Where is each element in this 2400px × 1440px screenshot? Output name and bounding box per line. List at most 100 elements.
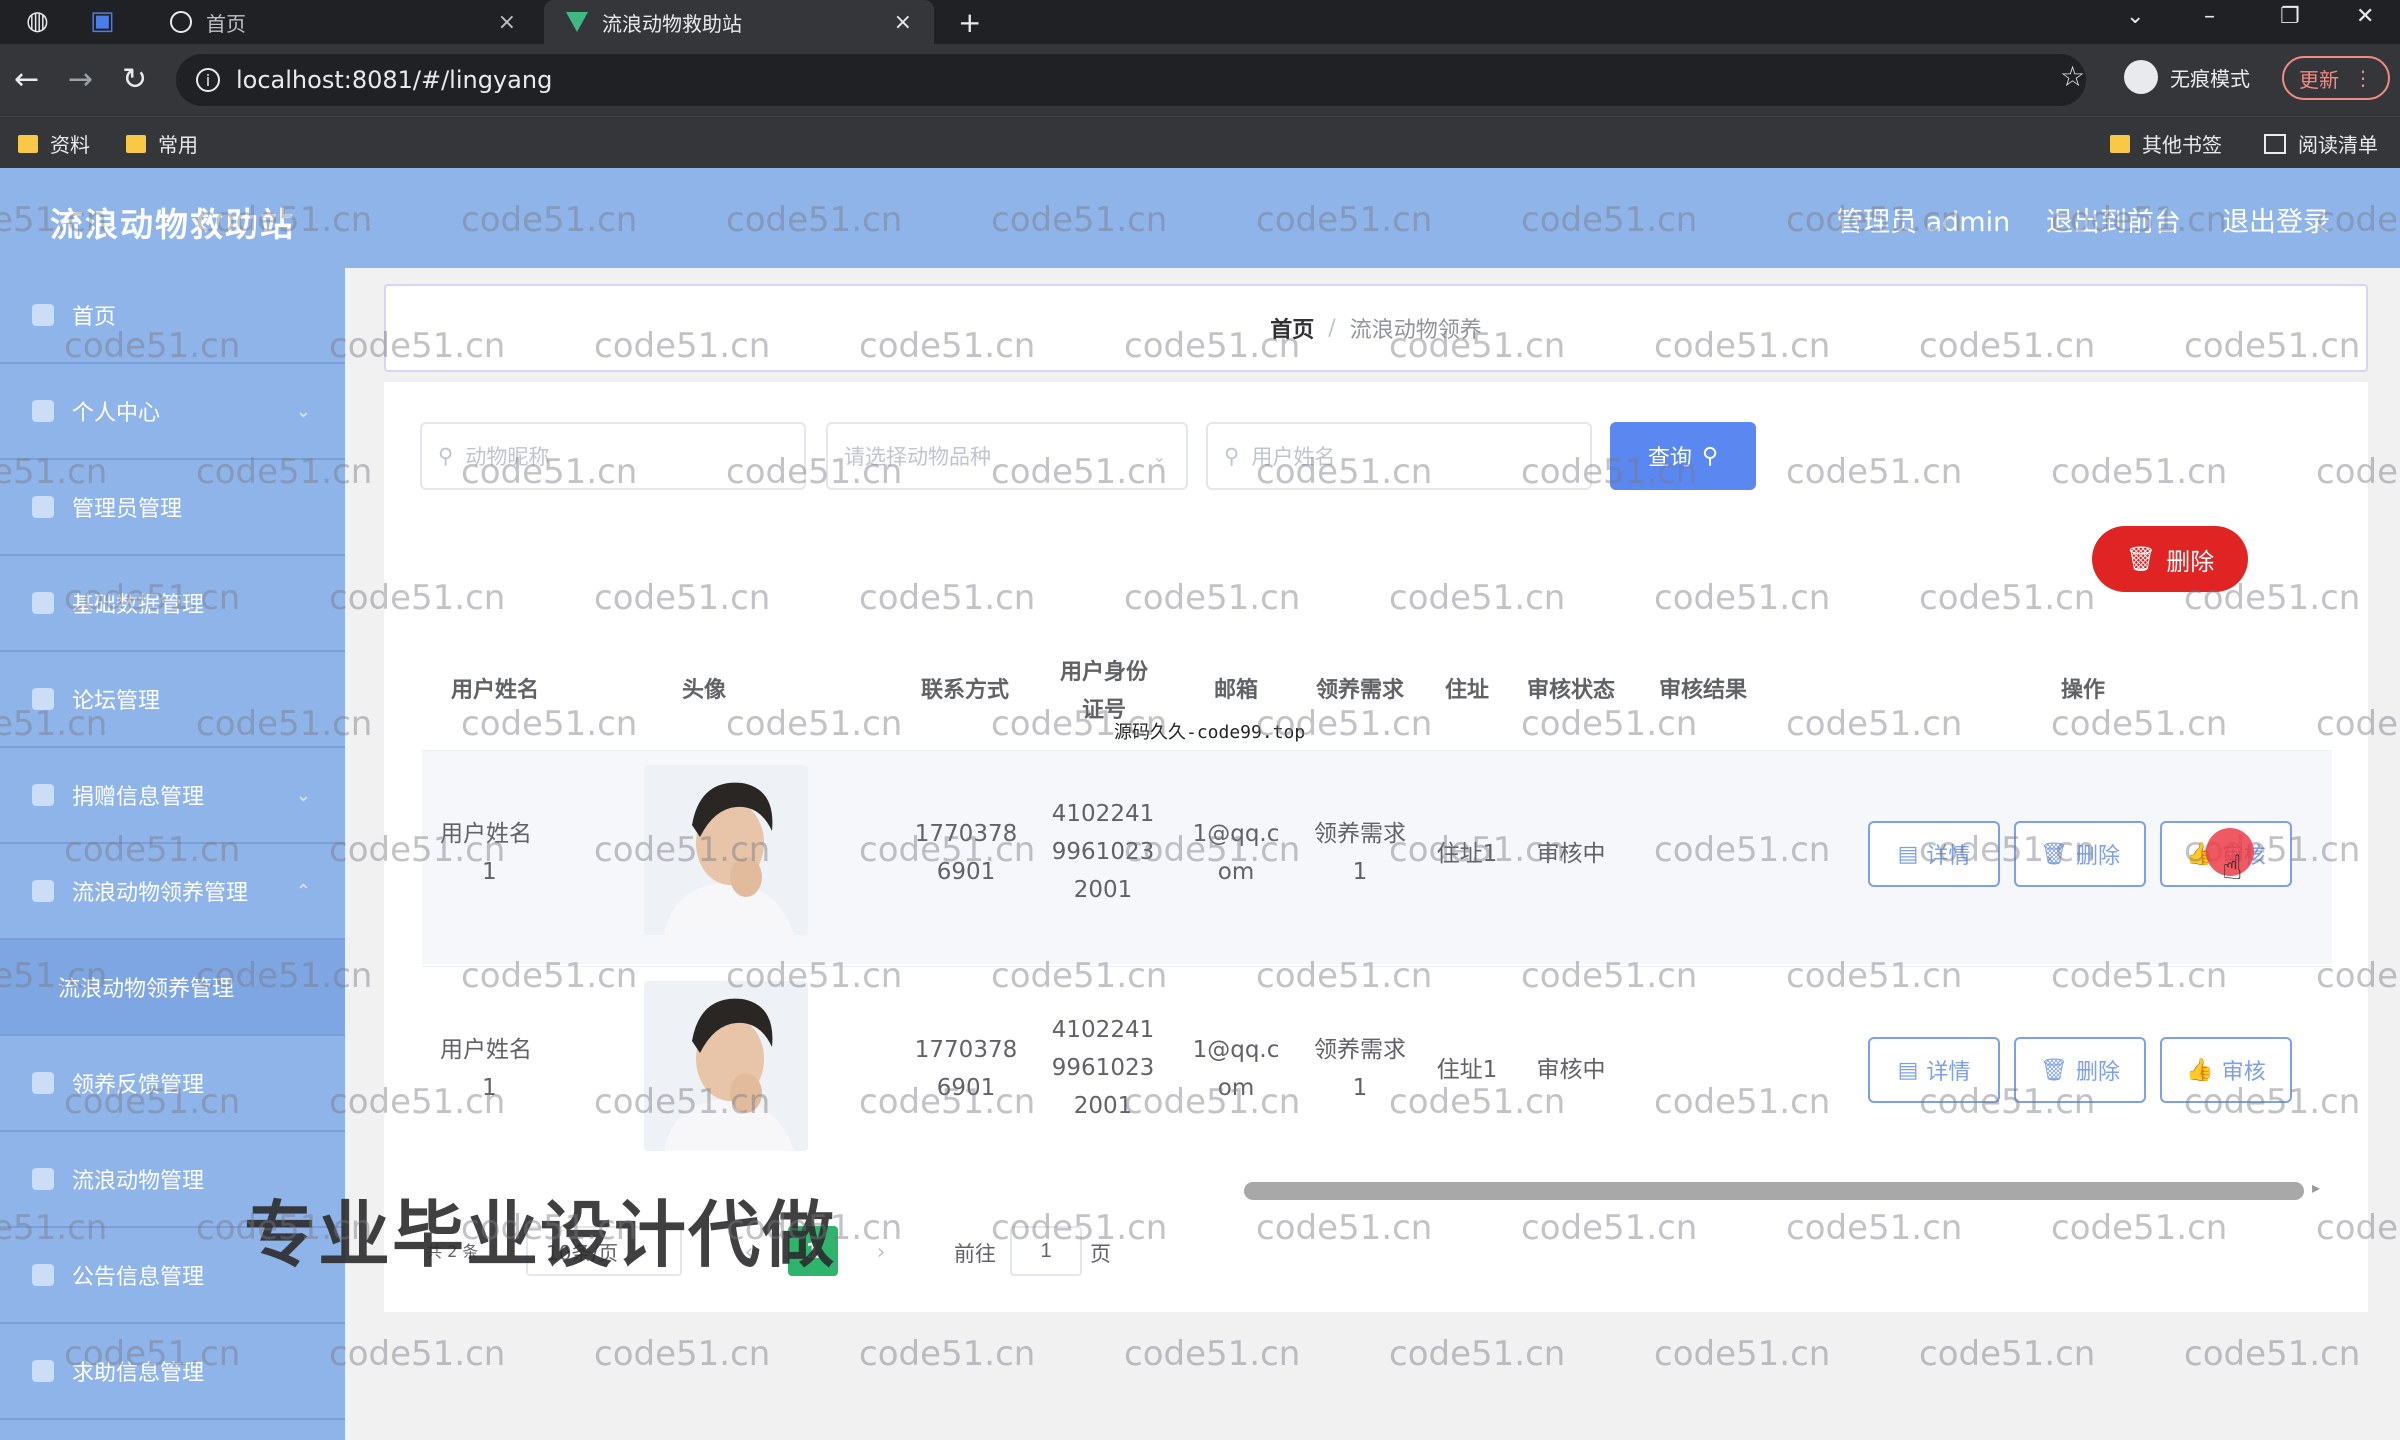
input-placeholder: 用户姓名 [1251, 445, 1336, 469]
close-tab-icon[interactable]: × [894, 10, 912, 35]
next-page-button[interactable]: › [860, 1230, 902, 1274]
column-header-avatar: 头像 [681, 678, 726, 703]
sidebar-item-forum[interactable]: 论坛管理 [0, 652, 345, 748]
delete-row-button[interactable]: 🗑 删除 [2014, 1037, 2146, 1103]
update-button[interactable]: 更新 ⋮ [2282, 56, 2390, 100]
bookmark-folder[interactable]: 常用 [126, 129, 198, 158]
pinned-tab-icon[interactable]: ▣ [90, 6, 115, 36]
info-icon[interactable]: i [196, 68, 220, 92]
url-text: localhost:8081/#/lingyang [236, 66, 553, 94]
sidebar-subitem-adoption[interactable]: 流浪动物领养管理 [0, 940, 345, 1036]
sidebar-item-label: 基础数据管理 [72, 593, 205, 618]
minimize-icon[interactable]: – [2204, 4, 2215, 29]
query-button[interactable]: 查询 ⚲ [1610, 422, 1756, 490]
url-input[interactable]: i localhost:8081/#/lingyang [176, 54, 2086, 106]
sidebar-item-base-data[interactable]: 基础数据管理 [0, 556, 345, 652]
search-icon: ⚲ [1701, 443, 1719, 469]
animal-name-input[interactable]: ⚲ 动物昵称 [420, 422, 806, 490]
forum-icon [32, 688, 54, 710]
sidebar-item-adoption[interactable]: 流浪动物领养管理 ⌃ [0, 844, 345, 940]
user-name-input[interactable]: ⚲ 用户姓名 [1206, 422, 1592, 490]
new-tab-button[interactable]: + [958, 6, 981, 39]
watermark-text: code51.cn [329, 1334, 506, 1374]
table-row: 用户姓名 1 1770378 6901 4102241 9961023 2001… [422, 750, 2332, 964]
reload-icon[interactable]: ↻ [122, 62, 147, 97]
sidebar-item-feedback[interactable]: 领养反馈管理 [0, 1036, 345, 1132]
reading-list[interactable]: 阅读清单 [2264, 129, 2378, 158]
user-avatar [644, 981, 808, 1151]
logout-link[interactable]: 退出登录 [2222, 200, 2330, 239]
exit-to-frontend-link[interactable]: 退出到前台 [2046, 200, 2181, 239]
sidebar-item-help[interactable]: 求助信息管理 [0, 1324, 345, 1420]
sidebar-item-home[interactable]: 首页 [0, 268, 345, 364]
bookmark-label: 其他书签 [2142, 133, 2222, 157]
close-tab-icon[interactable]: × [498, 10, 516, 35]
tab-search-icon[interactable]: ⌄ [2126, 4, 2144, 29]
bookmark-folder[interactable]: 资料 [18, 129, 90, 158]
sidebar-item-personal-center[interactable]: 个人中心 ⌄ [0, 364, 345, 460]
folder-icon [18, 134, 38, 153]
cell-line: 用户姓名 [440, 821, 532, 847]
cell-line: 4102241 [1051, 801, 1155, 827]
cell-phone: 1770378 6901 [896, 815, 1036, 891]
cell-need: 领养需求 1 [1308, 815, 1412, 891]
cell-line: 2001 [1073, 877, 1133, 903]
cell-user-name: 用户姓名 1 [440, 1031, 540, 1107]
sidebar-item-admin[interactable]: 管理员管理 [0, 460, 345, 556]
cell-line: 领养需求 [1314, 821, 1406, 847]
cell-line: 6901 [936, 1075, 996, 1101]
sidebar-item-label: 论坛管理 [72, 689, 161, 714]
watermark-text: code51.cn [594, 1334, 771, 1374]
cell-line: 1 [482, 1075, 497, 1101]
sidebar-item-label: 领养反馈管理 [72, 1073, 205, 1098]
address-bar-row: ← → ↻ i localhost:8081/#/lingyang ☆ 无痕模式… [0, 44, 2400, 116]
sidebar-item-label: 首页 [72, 305, 117, 330]
delete-label: 删除 [2166, 547, 2215, 576]
delete-row-button[interactable]: 🗑 删除 [2014, 821, 2146, 887]
cell-id-card: 4102241 9961023 2001 [1038, 1011, 1168, 1125]
review-button[interactable]: 👍 审核 [2160, 1037, 2292, 1103]
globe-icon [170, 11, 192, 33]
detail-button[interactable]: ▤ 详情 [1868, 821, 2000, 887]
horizontal-scrollbar[interactable] [1244, 1182, 2304, 1200]
cell-line: 9961023 [1051, 1055, 1155, 1081]
search-icon: ⚲ [1224, 444, 1240, 468]
goto-page-input[interactable] [1010, 1226, 1082, 1276]
incognito-icon [2124, 60, 2158, 94]
trash-icon: 🗑 [2125, 545, 2157, 573]
admin-icon [32, 496, 54, 518]
breadcrumb-home[interactable]: 首页 [1270, 312, 1314, 344]
goto-label: 前往 [954, 1242, 996, 1266]
tab-rescue-station[interactable]: 流浪动物救助站 × [544, 0, 934, 44]
column-header-email: 邮箱 [1213, 678, 1258, 703]
column-header-phone: 联系方式 [920, 678, 1009, 703]
sidebar-item-donation[interactable]: 捐赠信息管理 ⌄ [0, 748, 345, 844]
column-header-address: 住址 [1444, 678, 1489, 703]
watermark-text: code51.cn [859, 1334, 1036, 1374]
more-menu-icon[interactable]: ⋮ [2353, 66, 2373, 90]
detail-button[interactable]: ▤ 详情 [1868, 1037, 2000, 1103]
tab-home[interactable]: 首页 × [148, 0, 538, 44]
back-icon[interactable]: ← [14, 62, 39, 97]
incognito-indicator[interactable]: 无痕模式 [2124, 60, 2250, 94]
batch-delete-button[interactable]: 🗑 删除 [2092, 526, 2248, 592]
other-bookmarks[interactable]: 其他书签 [2110, 129, 2222, 158]
bookmark-label: 阅读清单 [2298, 133, 2378, 157]
sidebar-item-label: 管理员管理 [72, 497, 183, 522]
chevron-down-icon: ⌄ [295, 784, 311, 806]
breed-select[interactable]: 请选择动物品种 ⌄ [826, 422, 1188, 490]
scroll-right-icon[interactable]: ▸ [2312, 1178, 2320, 1197]
watermark-text: code51.cn [1389, 1334, 1566, 1374]
restore-icon[interactable]: ❐ [2280, 4, 2300, 29]
forward-icon[interactable]: → [68, 62, 93, 97]
chevron-down-icon: ⌄ [1152, 446, 1166, 466]
close-window-icon[interactable]: ✕ [2356, 4, 2374, 29]
document-icon: ▤ [1897, 1057, 1919, 1083]
sidebar-item-label: 求助信息管理 [72, 1361, 205, 1386]
bookmark-label: 资料 [50, 133, 90, 157]
bookmark-star-icon[interactable]: ☆ [2060, 60, 2085, 93]
help-icon [32, 1360, 54, 1382]
watermark-text: code51.cn [2184, 1334, 2361, 1374]
browser-logo-icon: ◍ [26, 6, 49, 36]
cell-line: 9961023 [1051, 839, 1155, 865]
